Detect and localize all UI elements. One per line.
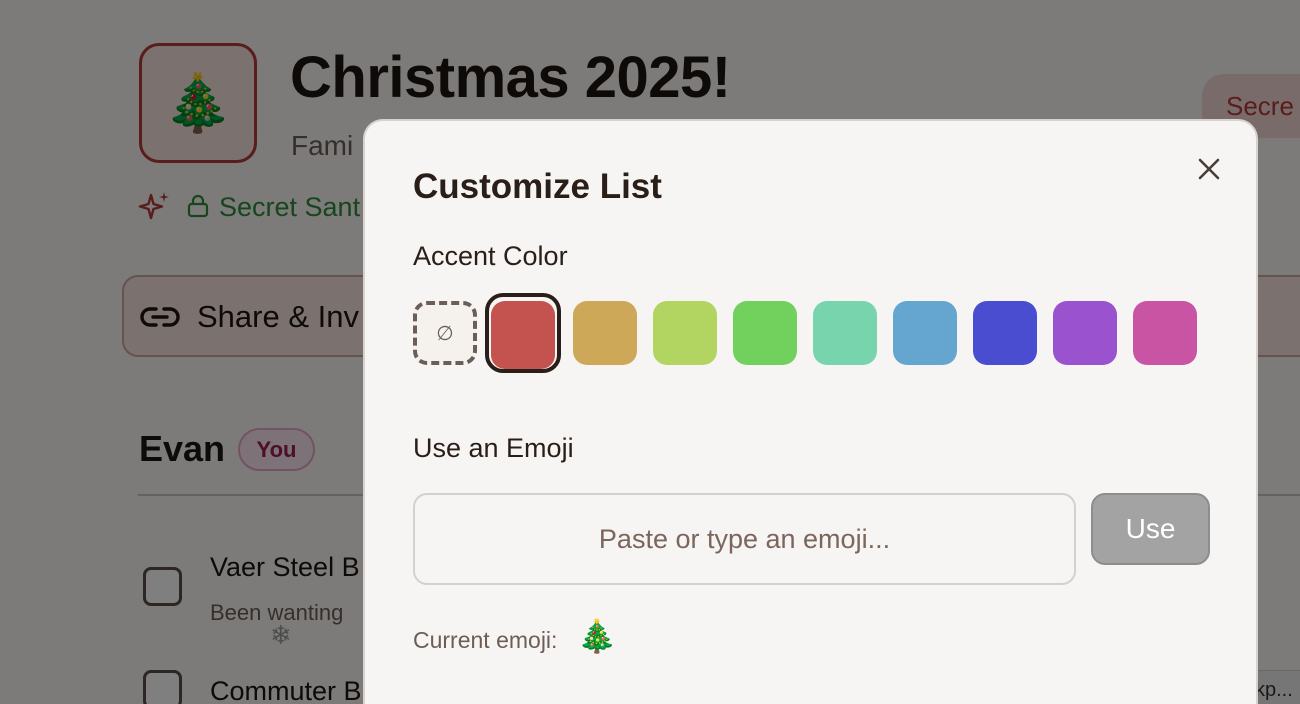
swatch-color[interactable] xyxy=(653,301,717,365)
swatch-color[interactable] xyxy=(973,301,1037,365)
current-emoji-value: 🎄 xyxy=(577,617,617,655)
swatch-color[interactable] xyxy=(573,301,637,365)
accent-color-label: Accent Color xyxy=(413,241,568,271)
emoji-section-label: Use an Emoji xyxy=(413,433,574,463)
emoji-input[interactable] xyxy=(413,493,1076,585)
modal-title: Customize List xyxy=(413,167,662,206)
swatch-color[interactable] xyxy=(491,301,555,369)
current-emoji-label: Current emoji: xyxy=(413,627,558,653)
close-icon[interactable] xyxy=(1191,151,1227,187)
swatch-color[interactable] xyxy=(1053,301,1117,365)
swatch-color[interactable] xyxy=(733,301,797,365)
swatch-color[interactable] xyxy=(893,301,957,365)
customize-list-modal: Customize List Accent Color ∅ Use an Emo… xyxy=(363,119,1258,704)
swatch-color[interactable] xyxy=(1133,301,1197,365)
use-button[interactable]: Use xyxy=(1091,493,1210,565)
none-symbol: ∅ xyxy=(436,321,454,345)
swatch-color[interactable] xyxy=(813,301,877,365)
swatch-none[interactable]: ∅ xyxy=(413,301,477,365)
